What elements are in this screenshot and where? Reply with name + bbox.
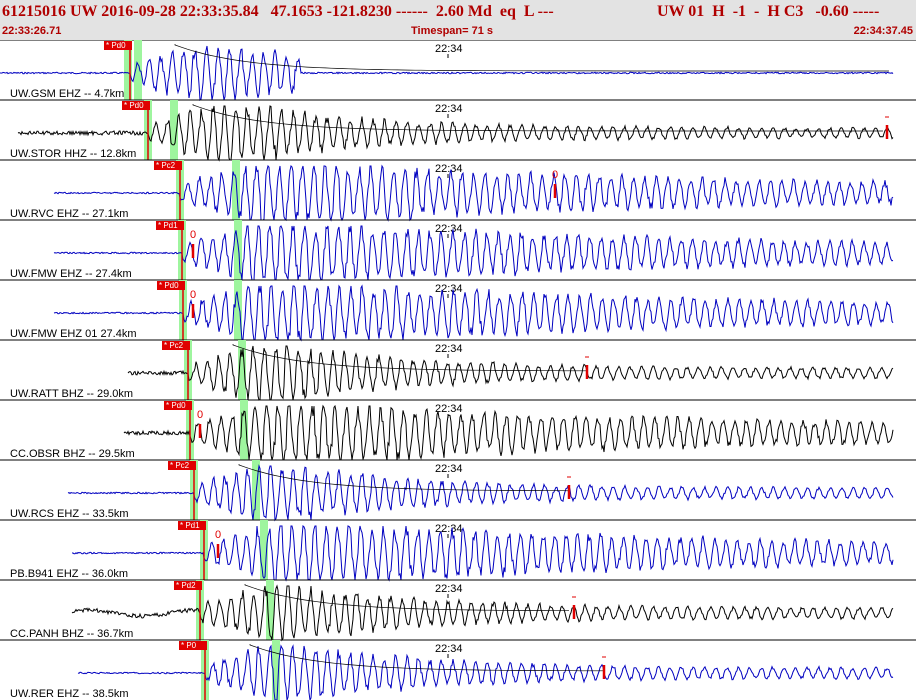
minute-tick-label: 22:34 [435,223,463,235]
amplitude-marker-label: 0 [215,529,221,541]
station-label: PB.B941 EHZ -- 36.0km [10,568,128,580]
amplitude-marker-label: 0 [190,229,196,241]
station-label: CC.PANH BHZ -- 36.7km [10,628,133,640]
s-arrival-band [234,220,242,280]
start-time: 22:33:26.71 [2,25,62,37]
event-quality: UW 01 H -1 - H C3 -0.60 ----- [657,3,880,20]
coda-envelope [244,584,569,612]
pick-label: * Pc2 [164,341,184,350]
minute-tick-label: 22:34 [435,403,463,415]
station-label: UW.FMW EHZ -- 27.4km [10,268,132,280]
station-label: UW.STOR HHZ -- 12.8km [10,148,136,160]
station-label: CC.OBSR BHZ -- 29.5km [10,448,135,460]
seismogram-panel[interactable]: 22:34* Pd0UW.GSM EHZ -- 4.7km22:34* Pd0U… [0,40,916,700]
event-summary: 61215016 UW 2016-09-28 22:33:35.84 47.16… [2,3,554,20]
minute-tick-label: 22:34 [435,643,463,655]
waveform[interactable] [123,404,894,461]
station-label: UW.RCS EHZ -- 33.5km [10,508,129,520]
amplitude-marker-label: 0 [197,409,203,421]
minute-tick-label: 22:34 [435,43,463,55]
coda-envelope [192,104,883,132]
timespan: Timespan= 71 s [411,25,494,37]
station-label: UW.RATT BHZ -- 29.0km [10,388,133,400]
pick-label: * P0 [181,641,197,650]
pick-label: * Pd2 [176,581,196,590]
waveform[interactable] [77,644,894,700]
amplitude-marker-label: 0 [190,289,196,301]
coda-envelope [238,464,570,492]
station-label: UW.RER EHZ -- 38.5km [10,688,129,700]
station-label: UW.FMW EHZ 01 27.4km [10,328,137,340]
pick-label: * Pd1 [158,221,178,230]
end-time: 22:34:37.45 [853,25,913,37]
pick-label: * Pc2 [156,161,176,170]
pick-label: * Pd1 [180,521,200,530]
amplitude-marker-label: 0 [552,169,558,181]
s-arrival-band [232,160,240,220]
minute-tick-label: 22:34 [435,103,463,115]
waveform[interactable] [71,584,894,642]
header-bar: 61215016 UW 2016-09-28 22:33:35.84 47.16… [0,0,916,40]
pick-label: * Pc2 [170,461,190,470]
pick-label: * Pd0 [124,101,144,110]
pick-label: * Pd0 [166,401,186,410]
pick-label: * Pd0 [106,41,126,50]
waveform[interactable] [72,525,894,582]
minute-tick-label: 22:34 [435,163,463,175]
coda-envelope [174,44,889,72]
station-label: UW.GSM EHZ -- 4.7km [10,88,124,100]
minute-tick-label: 22:34 [435,523,463,535]
minute-tick-label: 22:34 [435,283,463,295]
station-label: UW.RVC EHZ -- 27.1km [10,208,128,220]
minute-tick-label: 22:34 [435,583,463,595]
pick-label: * Pd0 [159,281,179,290]
minute-tick-label: 22:34 [435,343,463,355]
minute-tick-label: 22:34 [435,463,463,475]
